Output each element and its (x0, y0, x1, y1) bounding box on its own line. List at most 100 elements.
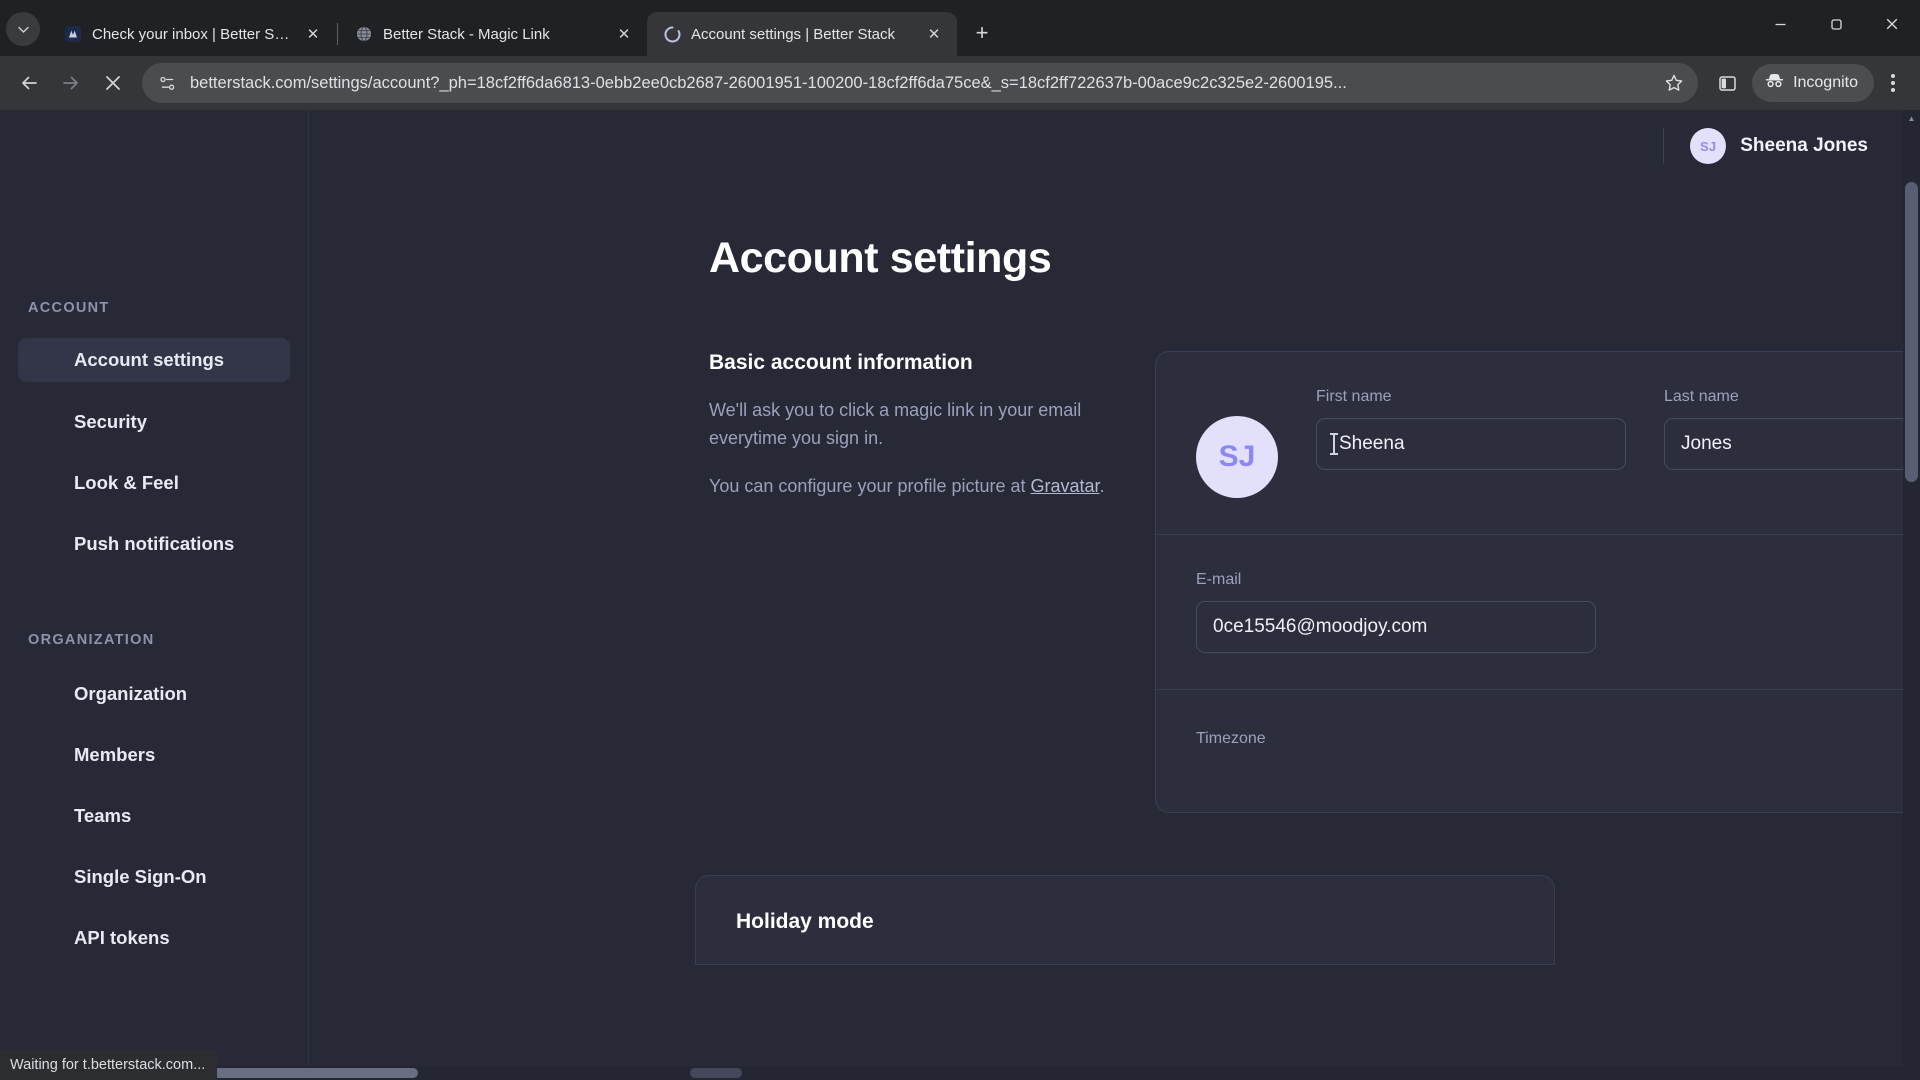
tab-search-button[interactable] (6, 12, 40, 46)
window-minimize-button[interactable] (1752, 0, 1808, 48)
sidebar-group-label-account: ACCOUNT (28, 300, 110, 316)
address-bar-url[interactable]: betterstack.com/settings/account?_ph=18c… (190, 74, 1648, 93)
name-section: SJ First name Sheena Last name Jones (1156, 352, 1920, 534)
sidebar-item-label: Organization (74, 683, 188, 704)
section-paragraph-1: We'll ask you to click a magic link in y… (709, 400, 1082, 448)
back-button[interactable] (10, 64, 48, 102)
arrow-right-icon (63, 76, 78, 90)
email-section: E-mail 0ce15546@moodjoy.com (1156, 535, 1920, 689)
sidebar-item-label: Single Sign-On (74, 866, 207, 887)
betterstack-logo-icon (64, 25, 82, 43)
sidebar-item-api-tokens[interactable]: API tokens (18, 916, 290, 960)
toolbar-right-actions: Incognito (1708, 64, 1910, 102)
browser-tab-2-close-icon[interactable]: ✕ (613, 23, 635, 45)
incognito-indicator[interactable]: Incognito (1752, 64, 1874, 102)
scroll-up-arrow-icon[interactable]: ▲ (1903, 110, 1920, 127)
gravatar-text-prefix: You can configure your profile picture a… (709, 475, 1031, 496)
forward-button[interactable] (52, 64, 90, 102)
page-title: Account settings (709, 234, 1052, 282)
minimize-icon (1775, 23, 1785, 25)
last-name-value: Jones (1681, 433, 1732, 454)
email-input[interactable]: 0ce15546@moodjoy.com (1196, 601, 1596, 653)
kebab-dot (1891, 88, 1895, 92)
timezone-label: Timezone (1196, 730, 1266, 747)
sidebar-item-label: Members (74, 744, 156, 765)
sidebar-item-label: Security (74, 411, 148, 432)
page-viewport: ACCOUNT Account settings Security Look &… (0, 110, 1920, 1080)
horizontal-scrollbar-thumb-secondary[interactable] (690, 1068, 742, 1078)
section-paragraph-2: You can configure your profile picture a… (709, 473, 1109, 501)
user-menu[interactable]: SJ Sheena Jones (1690, 128, 1868, 164)
sidebar-item-label: Look & Feel (74, 472, 179, 493)
email-field-group: E-mail 0ce15546@moodjoy.com (1196, 571, 1920, 653)
email-value: 0ce15546@moodjoy.com (1213, 616, 1428, 637)
globe-icon (355, 25, 373, 43)
page-info-icon[interactable] (154, 70, 180, 96)
incognito-label: Incognito (1793, 74, 1858, 91)
app-sidebar: ACCOUNT Account settings Security Look &… (0, 110, 309, 1080)
stop-loading-button[interactable] (94, 64, 132, 102)
user-name-label: Sheena Jones (1740, 135, 1868, 156)
browser-toolbar: betterstack.com/settings/account?_ph=18c… (0, 56, 1920, 110)
sidebar-item-label: Push notifications (74, 533, 235, 554)
chevron-down-icon (17, 26, 29, 33)
window-maximize-button[interactable] (1808, 0, 1864, 48)
settings-columns: Basic account information We'll ask you … (309, 283, 1920, 813)
text-cursor-icon (1330, 433, 1338, 455)
browser-tab-1-close-icon[interactable]: ✕ (302, 23, 324, 45)
window-controls (1752, 0, 1920, 48)
sidebar-item-teams[interactable]: Teams (18, 794, 290, 838)
sidebar-item-account-settings[interactable]: Account settings (18, 338, 290, 382)
new-tab-button[interactable]: + (965, 16, 999, 50)
topbar-divider (1663, 128, 1665, 164)
section-heading: Basic account information (709, 351, 973, 374)
sidebar-item-single-sign-on[interactable]: Single Sign-On (18, 855, 290, 899)
browser-tab-2[interactable]: Better Stack - Magic Link ✕ (339, 12, 647, 56)
stop-icon (106, 76, 120, 90)
page-scrollbar[interactable]: ▲ ▼ (1903, 110, 1920, 1080)
sidebar-item-members[interactable]: Members (18, 733, 290, 777)
account-settings-card: SJ First name Sheena Last name Jones E-m… (1155, 351, 1920, 813)
horizontal-scrollbar[interactable] (0, 1066, 1920, 1080)
tab-strip: Check your inbox | Better Stack ✕ Better… (0, 0, 1920, 56)
browser-tab-2-title: Better Stack - Magic Link (383, 25, 550, 43)
avatar: SJ (1690, 128, 1727, 164)
browser-tab-3-title: Account settings | Better Stack (691, 25, 895, 43)
sidebar-group-label-organization: ORGANIZATION (28, 632, 155, 648)
side-panel-icon[interactable] (1708, 64, 1746, 102)
maximize-icon (1830, 18, 1842, 30)
first-name-input[interactable]: Sheena (1316, 418, 1626, 470)
email-label: E-mail (1196, 571, 1242, 588)
last-name-input[interactable]: Jones (1664, 418, 1920, 470)
holiday-mode-title: Holiday mode (736, 910, 874, 933)
main-content: SJ Sheena Jones Account settings Basic a… (309, 110, 1920, 1080)
sidebar-item-label: Account settings (74, 349, 225, 370)
kebab-dot (1891, 81, 1895, 85)
last-name-label: Last name (1664, 388, 1739, 405)
scrollbar-thumb[interactable] (1905, 182, 1918, 482)
browser-tab-3[interactable]: Account settings | Better Stack ✕ (647, 12, 957, 56)
sidebar-item-security[interactable]: Security (18, 400, 290, 444)
browser-window: Check your inbox | Better Stack ✕ Better… (0, 0, 1920, 1080)
sidebar-item-label: Teams (74, 805, 132, 826)
holiday-section-wrap: Holiday mode (309, 875, 1920, 965)
profile-avatar[interactable]: SJ (1196, 416, 1278, 498)
gravatar-link[interactable]: Gravatar (1031, 476, 1100, 496)
browser-tab-1-title: Check your inbox | Better Stack (92, 25, 292, 43)
loading-spinner-icon (663, 25, 681, 43)
bookmark-star-icon[interactable] (1658, 67, 1690, 99)
basic-info-description: Basic account information We'll ask you … (709, 351, 1169, 813)
sidebar-item-look-and-feel[interactable]: Look & Feel (18, 461, 290, 505)
sidebar-item-push-notifications[interactable]: Push notifications (18, 522, 290, 566)
incognito-hat-icon (1764, 70, 1785, 96)
address-bar[interactable]: betterstack.com/settings/account?_ph=18c… (142, 63, 1699, 103)
browser-tab-3-close-icon[interactable]: ✕ (923, 23, 945, 45)
browser-tab-1[interactable]: Check your inbox | Better Stack ✕ (48, 12, 336, 56)
status-bar: Waiting for t.betterstack.com... (0, 1050, 218, 1080)
window-close-button[interactable] (1864, 0, 1920, 48)
holiday-mode-card: Holiday mode (695, 875, 1555, 965)
sidebar-item-organization[interactable]: Organization (18, 672, 290, 716)
kebab-dot (1891, 74, 1895, 78)
browser-menu-button[interactable] (1876, 64, 1910, 102)
gravatar-text-suffix: . (1099, 475, 1105, 496)
